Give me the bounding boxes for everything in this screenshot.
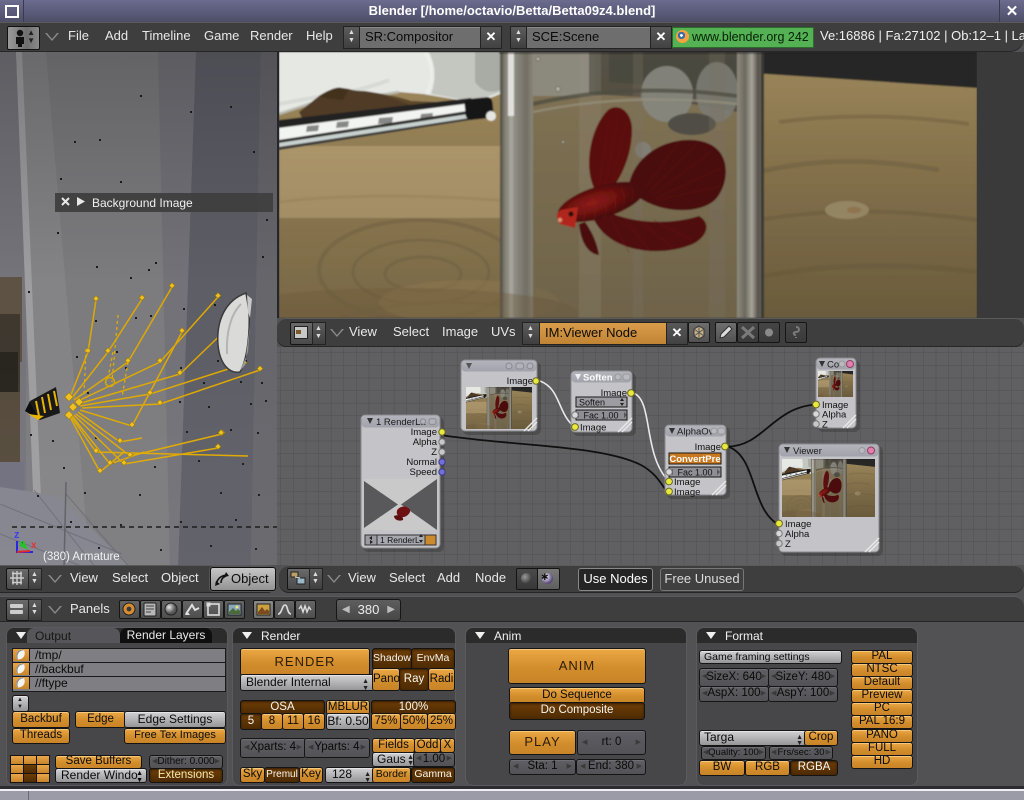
svg-text:Fac 1.00: Fac 1.00 — [583, 411, 618, 421]
svg-text:Co: Co — [827, 360, 839, 371]
svg-text:Fac 1.00: Fac 1.00 — [677, 468, 712, 478]
svg-text:Image: Image — [580, 423, 606, 434]
svg-text:x: x — [31, 540, 37, 551]
svg-text:ConvertPre: ConvertPre — [669, 454, 720, 465]
svg-text:(380) Armature: (380) Armature — [43, 551, 120, 563]
svg-text:Viewer: Viewer — [793, 446, 822, 457]
svg-text:Image: Image — [695, 442, 721, 453]
svg-text:z: z — [14, 529, 20, 541]
svg-text:Speed: Speed — [410, 467, 437, 478]
svg-text:Soften: Soften — [579, 398, 605, 408]
svg-text:Image: Image — [507, 376, 533, 387]
svg-text:Z: Z — [822, 420, 828, 431]
svg-text:1 RenderL: 1 RenderL — [380, 535, 420, 545]
svg-text:Soften: Soften — [583, 373, 613, 384]
svg-text:Z: Z — [785, 539, 791, 550]
svg-text:AlphaOv: AlphaOv — [677, 427, 714, 438]
svg-text:Background Image: Background Image — [92, 196, 193, 210]
svg-text:Image: Image — [674, 487, 700, 498]
